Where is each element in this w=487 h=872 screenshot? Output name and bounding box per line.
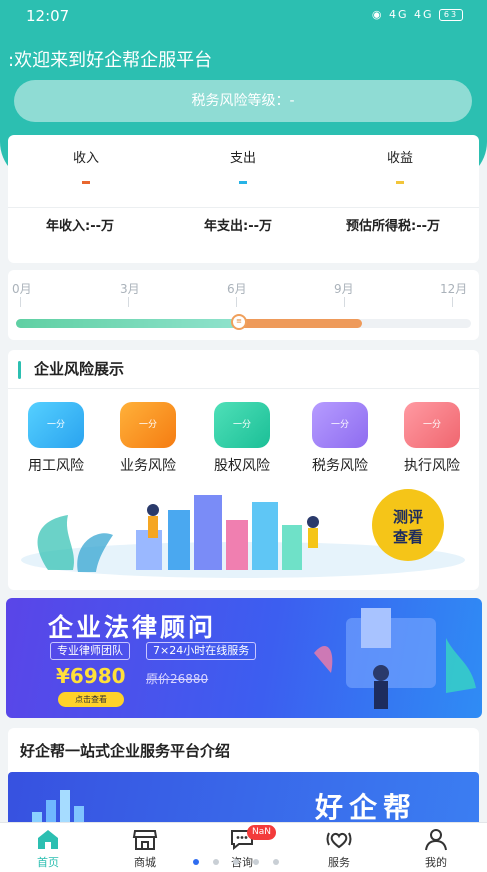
tab-home[interactable]: 首页	[13, 827, 83, 870]
expense-column-label: 支出	[229, 151, 256, 166]
month-label: 0月	[12, 282, 32, 296]
tax-risk-level-pill[interactable]: 税务风险等级：-	[14, 80, 472, 122]
profit-indicator	[396, 181, 404, 184]
risk-item-label: 执行风险	[404, 458, 460, 474]
profile-icon	[425, 829, 447, 851]
tick	[128, 297, 129, 307]
divider	[8, 207, 479, 208]
month-label: 6月	[227, 282, 247, 296]
tab-label: 服务	[328, 856, 350, 869]
risk-item-tax[interactable]: 一分 税务风险	[296, 402, 384, 475]
equity-risk-icon: 一分	[214, 402, 270, 448]
tick	[452, 297, 453, 307]
month-label: 12月	[440, 282, 468, 296]
shop-icon	[132, 830, 158, 850]
page-dot	[213, 859, 219, 865]
annual-expense: 年支出:--万	[204, 219, 272, 234]
page-indicator	[193, 850, 293, 869]
enterprise-risk-title: 企业风险展示	[34, 360, 125, 378]
divider	[8, 388, 479, 389]
timeline-progress-orange	[239, 319, 362, 328]
page-dot	[233, 859, 239, 865]
tab-service[interactable]: 服务	[304, 827, 374, 870]
income-indicator	[82, 181, 90, 184]
risk-item-business[interactable]: 一分 业务风险	[104, 402, 192, 475]
risk-item-label: 业务风险	[120, 458, 176, 474]
legal-banner-tag: 专业律师团队	[50, 642, 130, 660]
tick	[236, 297, 237, 307]
platform-intro-title: 好企帮一站式企业服务平台介绍	[20, 742, 231, 760]
estimated-tax: 预估所得税:--万	[346, 219, 440, 234]
consult-badge: NaN	[247, 825, 276, 840]
page-dot	[193, 859, 199, 865]
risk-item-equity[interactable]: 一分 股权风险	[198, 402, 286, 475]
timeline-progress-green	[16, 319, 239, 328]
status-time: 12:07	[26, 7, 70, 25]
legal-advisor-banner[interactable]: 企业法律顾问 专业律师团队 7×24小时在线服务 ¥6980 原价26880 点…	[6, 598, 482, 718]
section-accent-bar	[18, 361, 21, 379]
risk-item-label: 用工风险	[28, 458, 84, 474]
risk-item-employment[interactable]: 一分 用工风险	[12, 402, 100, 475]
eye-icon: ◉	[371, 8, 384, 21]
timeline-progress-knob[interactable]: ≡	[231, 314, 247, 330]
risk-item-label: 股权风险	[214, 458, 270, 474]
tab-label: 商城	[134, 856, 156, 869]
tax-risk-icon: 一分	[312, 402, 368, 448]
expense-indicator	[239, 181, 247, 184]
business-risk-icon: 一分	[120, 402, 176, 448]
welcome-text: :欢迎来到好企帮企服平台	[8, 50, 213, 71]
legal-banner-title: 企业法律顾问	[48, 613, 217, 642]
page-dot	[273, 859, 279, 865]
page-dot	[253, 859, 259, 865]
service-icon	[326, 832, 352, 849]
lawyer-illustration	[314, 608, 476, 709]
enterprise-risk-card: 企业风险展示 一分 用工风险 一分 业务风险 一分 股权风险 一分 税务风险 一…	[8, 350, 479, 590]
finance-summary-card: 收入 支出 收益 年收入:--万 年支出:--万 预估所得税:--万	[8, 135, 479, 263]
tab-label: 首页	[37, 856, 59, 869]
risk-evaluation-illustration: 测评 查看	[21, 489, 465, 578]
tick	[20, 297, 21, 307]
legal-banner-price: ¥6980	[56, 664, 126, 688]
month-label: 3月	[120, 282, 140, 296]
timeline-card: 0月 3月 6月 9月 12月 ≡	[8, 270, 479, 340]
profit-column-label: 收益	[386, 151, 413, 166]
signal-icon: 4G 4G	[388, 8, 434, 21]
evaluate-button-line2[interactable]: 查看	[393, 528, 423, 546]
risk-item-label: 税务风险	[312, 458, 368, 474]
evaluate-button-line1[interactable]: 测评	[393, 508, 423, 526]
home-icon	[38, 830, 58, 849]
battery-icon: 63	[439, 9, 463, 21]
legal-banner-view-button[interactable]: 点击查看	[58, 692, 124, 707]
status-icons: ◉ 4G 4G 63	[372, 8, 463, 21]
income-column-label: 收入	[72, 151, 99, 166]
status-bar: 12:07 ◉ 4G 4G 63	[0, 0, 487, 32]
annual-income: 年收入:--万	[46, 219, 114, 234]
tab-shop[interactable]: 商城	[110, 827, 180, 870]
legal-banner-original-price: 原价26880	[146, 672, 209, 686]
employment-risk-icon: 一分	[28, 402, 84, 448]
legal-banner-tag: 7×24小时在线服务	[146, 642, 257, 660]
platform-brand-text: 好企帮	[314, 791, 417, 824]
tab-label: 我的	[425, 856, 447, 869]
tick	[344, 297, 345, 307]
execution-risk-icon: 一分	[404, 402, 460, 448]
month-label: 9月	[334, 282, 354, 296]
tab-profile[interactable]: 我的	[401, 827, 471, 870]
risk-item-execution[interactable]: 一分 执行风险	[388, 402, 476, 475]
